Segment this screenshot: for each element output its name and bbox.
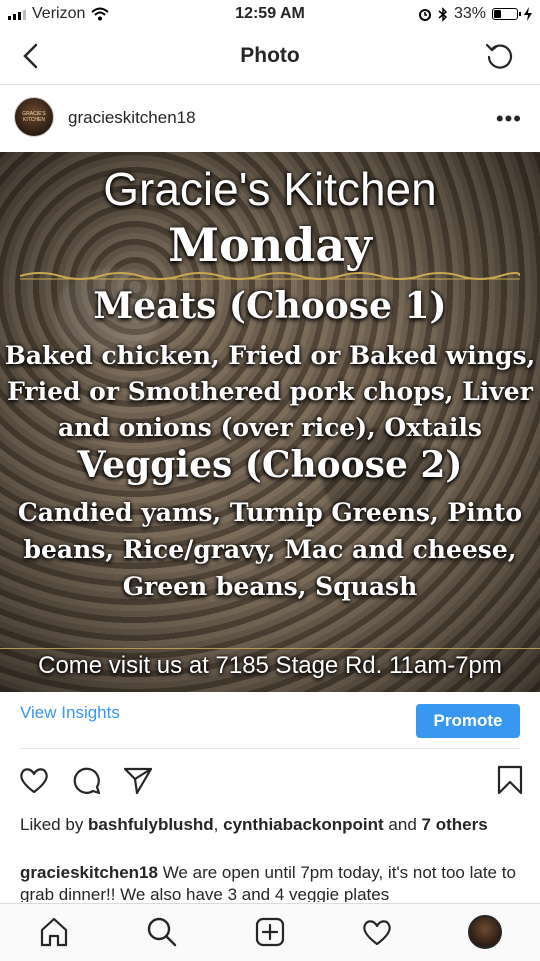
search-icon[interactable]	[146, 916, 178, 948]
liker-username[interactable]: cynthiabackonpoint	[223, 815, 384, 834]
meats-heading: Meats (Choose 1)	[93, 285, 447, 327]
post-header: gracieskitchen18 •••	[0, 90, 540, 146]
battery-percent: 33%	[453, 5, 486, 22]
likes-others[interactable]: 7 others	[422, 815, 488, 834]
flourish-divider	[20, 272, 520, 280]
meats-line: Fried or Smothered pork chops, Liver	[7, 377, 533, 406]
meats-line: and onions (over rice), Oxtails	[58, 413, 482, 442]
divider	[20, 748, 520, 749]
send-icon[interactable]	[122, 764, 154, 796]
post-caption: gracieskitchen18 We are open until 7pm t…	[20, 862, 520, 902]
status-bar: Verizon 12:59 AM 33%	[0, 0, 540, 28]
home-icon[interactable]	[38, 916, 70, 948]
view-insights-link[interactable]: View Insights	[20, 703, 120, 723]
photo-divider	[0, 648, 540, 649]
photo-title: Gracie's Kitchen	[103, 163, 437, 215]
avatar[interactable]	[14, 97, 54, 137]
veggies-heading: Veggies (Choose 2)	[77, 444, 463, 486]
likes-separator: ,	[213, 815, 224, 834]
veggies-line: Candied yams, Turnip Greens, Pinto	[17, 498, 523, 527]
veggies-line: Green beans, Squash	[122, 572, 418, 601]
likes-and: and	[383, 815, 422, 834]
meats-list: Baked chicken, Fried or Baked wings, Fri…	[0, 338, 540, 446]
bookmark-icon[interactable]	[494, 764, 526, 796]
post-username[interactable]: gracieskitchen18	[68, 108, 196, 128]
meats-line: Baked chicken, Fried or Baked wings,	[4, 341, 536, 370]
tab-bar	[0, 903, 540, 961]
veggies-line: beans, Rice/gravy, Mac and cheese,	[23, 535, 517, 564]
comment-icon[interactable]	[70, 764, 102, 796]
veggies-list: Candied yams, Turnip Greens, Pinto beans…	[0, 494, 540, 605]
more-icon[interactable]: •••	[496, 106, 522, 132]
page-title: Photo	[240, 44, 300, 67]
promote-button[interactable]: Promote	[416, 704, 520, 738]
nav-bar: Photo	[0, 28, 540, 85]
refresh-icon[interactable]	[484, 40, 516, 72]
photo-day: Monday	[168, 218, 372, 272]
status-right: 33%	[418, 5, 532, 23]
action-bar	[0, 764, 540, 800]
activity-heart-icon[interactable]	[361, 916, 393, 948]
bluetooth-icon	[438, 6, 448, 22]
photo-footer: Come visit us at 7185 Stage Rd. 11am-7pm	[38, 652, 502, 679]
likes-prefix: Liked by	[20, 815, 89, 834]
add-post-icon[interactable]	[254, 916, 286, 948]
charging-icon	[524, 7, 532, 21]
likes-summary: Liked by bashfulyblushd, cynthiabackonpo…	[20, 814, 520, 836]
profile-avatar[interactable]	[468, 915, 502, 949]
heart-icon[interactable]	[18, 764, 50, 796]
post-photo[interactable]: Gracie's Kitchen Monday Meats (Choose 1)…	[0, 152, 540, 692]
alarm-icon	[418, 9, 431, 21]
liker-username[interactable]: bashfulyblushd	[88, 815, 214, 834]
caption-username[interactable]: gracieskitchen18	[20, 863, 158, 882]
battery-icon	[492, 8, 521, 20]
